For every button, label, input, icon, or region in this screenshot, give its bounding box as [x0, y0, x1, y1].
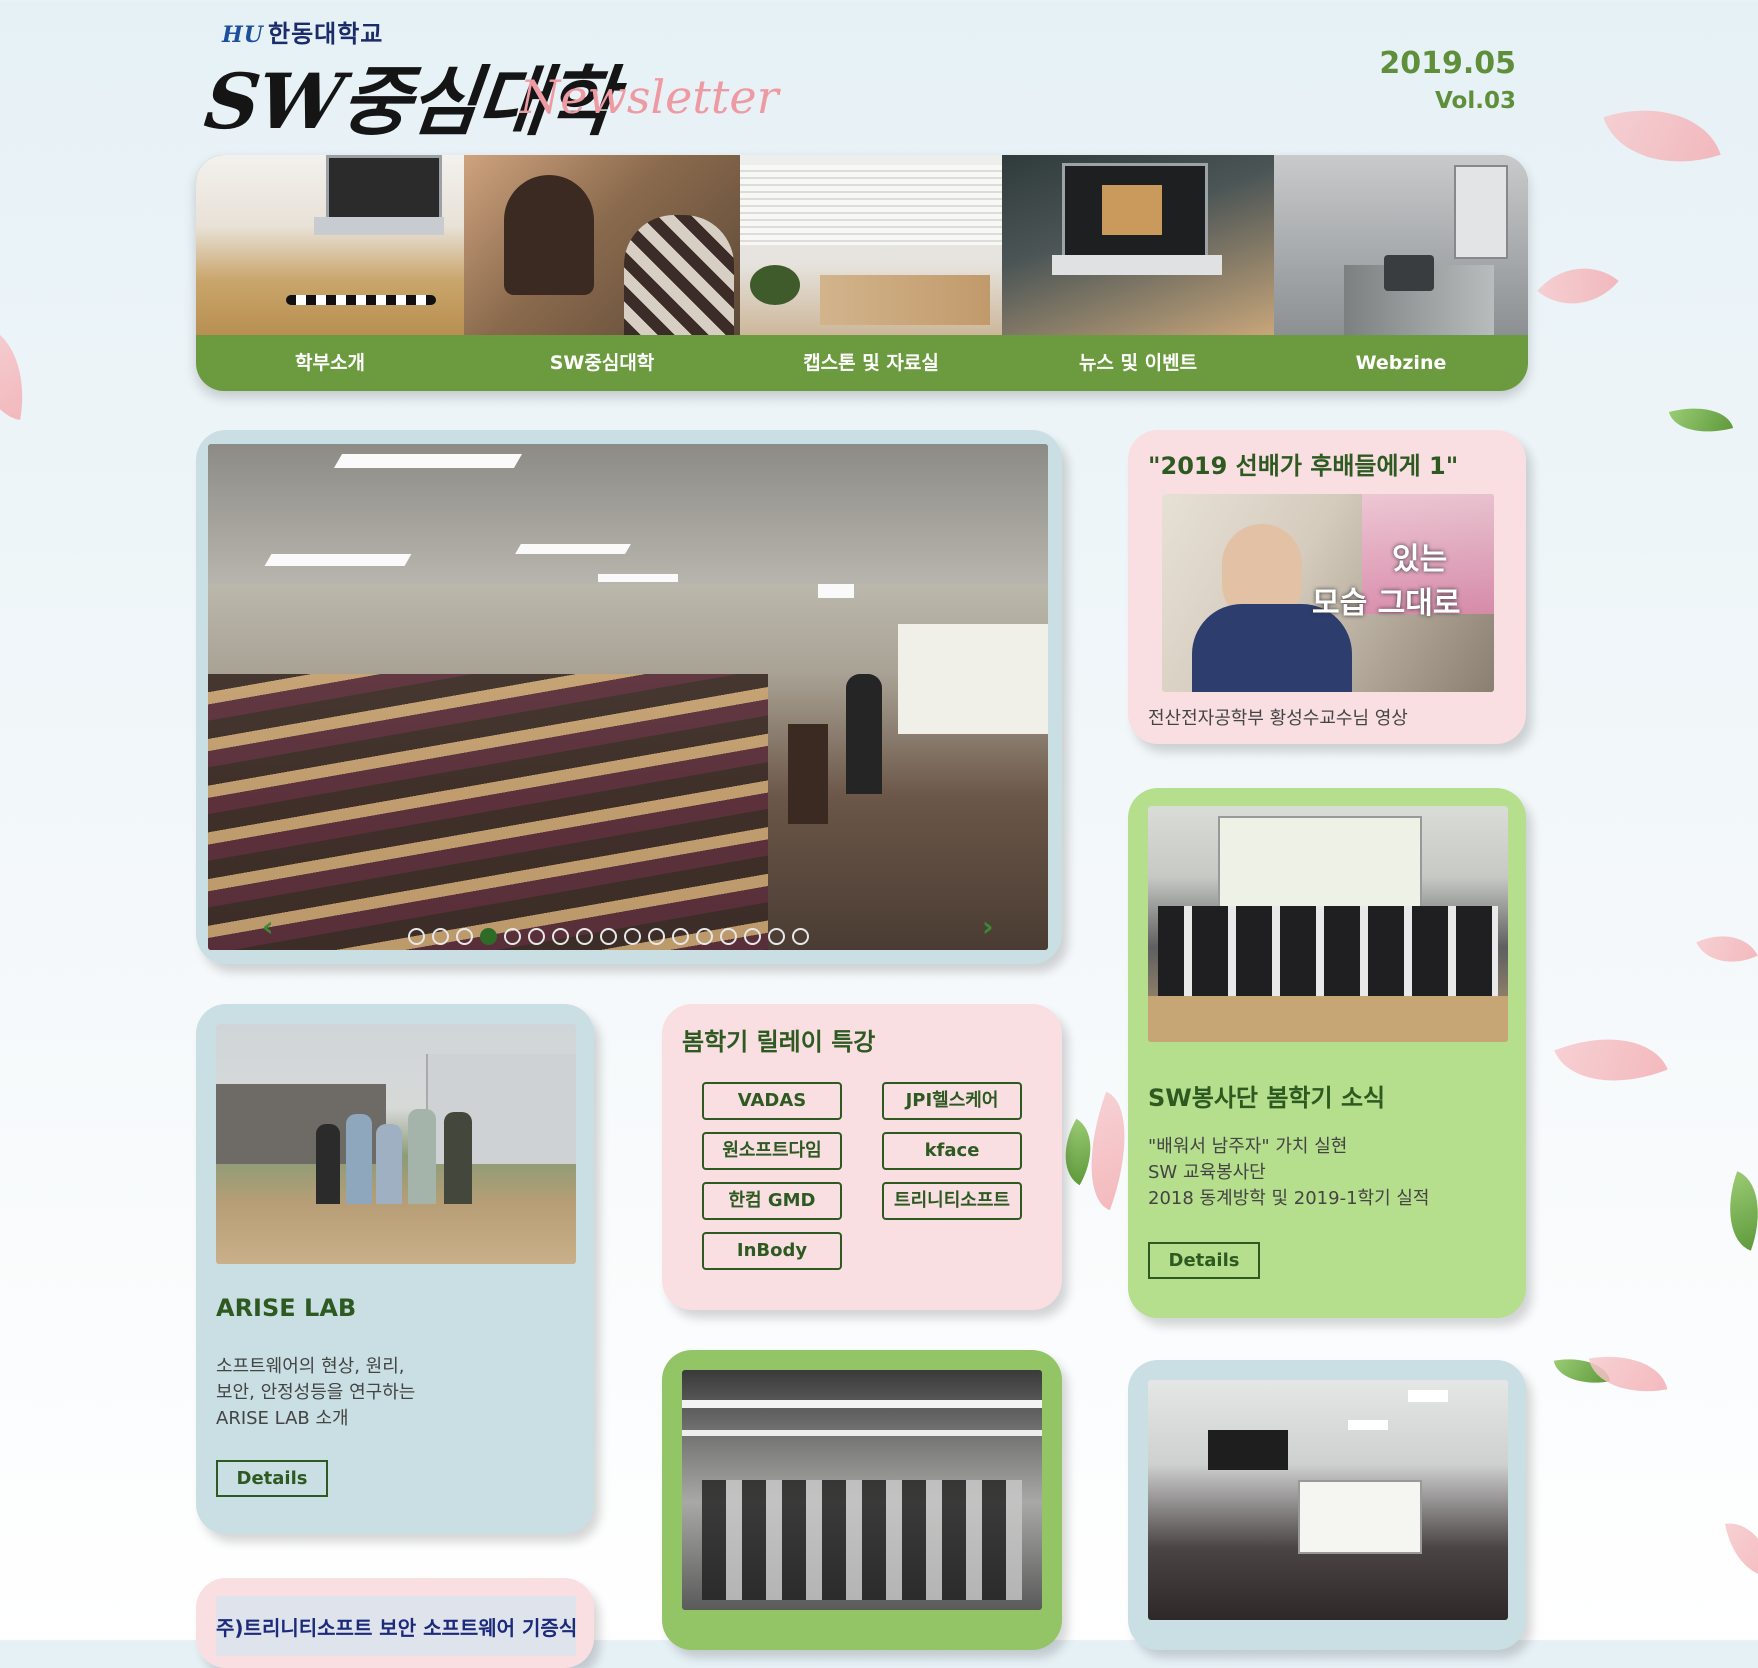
- slider-dot[interactable]: [696, 928, 713, 945]
- slider-dot[interactable]: [768, 928, 785, 945]
- issue-volume: Vol.03: [1435, 88, 1516, 114]
- relay-item-inbody[interactable]: InBody: [702, 1232, 842, 1270]
- nav-label: 뉴스 및 이벤트: [1078, 352, 1198, 374]
- slider-dot[interactable]: [576, 928, 593, 945]
- slider-dot[interactable]: [456, 928, 473, 945]
- senior-video-caption: 전산전자공학부 황성수교수님 영상: [1148, 708, 1408, 729]
- relay-item-jpi-healthcare[interactable]: JPI헬스케어: [882, 1082, 1022, 1120]
- nav-item-webzine[interactable]: Webzine: [1274, 155, 1528, 391]
- relay-lecture-title: 봄학기 릴레이 특강: [682, 1028, 876, 1056]
- main-nav: 학부소개 SW중심대학 캡스톤 및 자료실 뉴스 및 이벤트 Webzine: [196, 155, 1528, 391]
- arise-lab-card: ARISE LAB 소프트웨어의 현상, 원리, 보안, 안정성등을 연구하는 …: [196, 1004, 594, 1534]
- nav-photo-go-board: [196, 155, 464, 335]
- hero-slider-card: ‹ ›: [196, 430, 1062, 964]
- slider-pagination: [408, 928, 809, 945]
- arise-lab-desc-line: 보안, 안정성등을 연구하는: [216, 1382, 416, 1403]
- volunteer-desc-line: 2018 동계방학 및 2019-1학기 실적: [1148, 1188, 1430, 1209]
- senior-overlay-text: 모습 그대로: [1312, 586, 1461, 621]
- nav-photo-i-love-sw: [740, 155, 1002, 335]
- donation-headline: 주)트리니티소프트 보안 소프트웨어 기증식: [216, 1616, 576, 1640]
- slider-dot[interactable]: [552, 928, 569, 945]
- volunteer-title: SW봉사단 봄학기 소식: [1148, 1084, 1386, 1112]
- slider-dot[interactable]: [480, 928, 497, 945]
- slider-dot[interactable]: [744, 928, 761, 945]
- relay-item-trinitysoft[interactable]: 트리니티소프트: [882, 1182, 1022, 1220]
- slider-photo-classroom[interactable]: [208, 444, 1048, 950]
- petal-decoration: [1603, 86, 1721, 186]
- slider-dot[interactable]: [720, 928, 737, 945]
- nav-item-capstone[interactable]: 캡스톤 및 자료실: [740, 155, 1002, 391]
- newsletter-wordmark: Newsletter: [520, 70, 779, 124]
- nav-label: 캡스톤 및 자료실: [803, 352, 939, 374]
- issue-date: 2019.05: [1379, 46, 1516, 81]
- lecture-card: [1128, 1360, 1526, 1650]
- petal-decoration: [1725, 1516, 1758, 1584]
- senior-video-thumbnail[interactable]: 있는 모습 그대로: [1162, 494, 1494, 692]
- senior-overlay-text: 있는: [1392, 542, 1448, 577]
- donation-card: 주)트리니티소프트 보안 소프트웨어 기증식: [196, 1578, 594, 1668]
- lecture-photo[interactable]: [1148, 1380, 1508, 1620]
- relay-lecture-card: 봄학기 릴레이 특강 VADAS JPI헬스케어 원소프트다임 kface 한컴…: [662, 1004, 1062, 1310]
- leaf-decoration: [1668, 397, 1734, 443]
- workshop-card: [662, 1350, 1062, 1650]
- petal-decoration: [1588, 1346, 1668, 1402]
- volunteer-details-button[interactable]: Details: [1148, 1242, 1260, 1279]
- volunteer-desc-line: SW 교육봉사단: [1148, 1162, 1266, 1183]
- volunteer-photo[interactable]: [1148, 806, 1508, 1042]
- arise-lab-title: ARISE LAB: [216, 1294, 357, 1322]
- slider-dot[interactable]: [408, 928, 425, 945]
- volunteer-card: SW봉사단 봄학기 소식 "배워서 남주자" 가치 실현 SW 교육봉사단 20…: [1128, 788, 1526, 1318]
- arise-lab-desc-line: 소프트웨어의 현상, 원리,: [216, 1356, 405, 1377]
- senior-video-title: "2019 선배가 후배들에게 1": [1148, 452, 1459, 480]
- relay-item-hancom-gmd[interactable]: 한컴 GMD: [702, 1182, 842, 1220]
- arise-lab-photo[interactable]: [216, 1024, 576, 1264]
- nav-label: SW중심대학: [549, 352, 655, 374]
- slider-dot[interactable]: [504, 928, 521, 945]
- nav-photo-robot-car: [1274, 155, 1528, 335]
- petal-decoration: [1554, 1013, 1668, 1107]
- slider-dot[interactable]: [672, 928, 689, 945]
- volunteer-desc-line: "배워서 남주자" 가치 실현: [1148, 1136, 1348, 1157]
- workshop-photo[interactable]: [682, 1370, 1042, 1610]
- nav-item-department[interactable]: 학부소개: [196, 155, 464, 391]
- slider-dot[interactable]: [648, 928, 665, 945]
- slider-dot[interactable]: [528, 928, 545, 945]
- slider-dot[interactable]: [432, 928, 449, 945]
- relay-item-vadas[interactable]: VADAS: [702, 1082, 842, 1120]
- nav-item-sw-university[interactable]: SW중심대학: [464, 155, 740, 391]
- nav-label: Webzine: [1355, 352, 1447, 374]
- slider-dot[interactable]: [624, 928, 641, 945]
- arise-lab-details-button[interactable]: Details: [216, 1460, 328, 1497]
- petal-decoration: [1696, 921, 1758, 977]
- senior-video-card: "2019 선배가 후배들에게 1" 있는 모습 그대로 전산전자공학부 황성수…: [1128, 430, 1526, 744]
- slider-dot[interactable]: [600, 928, 617, 945]
- slider-dot[interactable]: [792, 928, 809, 945]
- slider-prev-arrow[interactable]: ‹: [262, 910, 274, 943]
- petal-decoration: [0, 325, 36, 421]
- relay-item-onesoft-dime[interactable]: 원소프트다임: [702, 1132, 842, 1170]
- arise-lab-desc-line: ARISE LAB 소개: [216, 1408, 349, 1429]
- leaf-decoration: [1713, 1171, 1758, 1251]
- slider-next-arrow[interactable]: ›: [982, 910, 994, 943]
- nav-photo-students: [464, 155, 740, 335]
- petal-decoration: [1537, 245, 1619, 327]
- donation-banner[interactable]: 주)트리니티소프트 보안 소프트웨어 기증식: [216, 1596, 576, 1656]
- relay-item-kface[interactable]: kface: [882, 1132, 1022, 1170]
- nav-item-news-events[interactable]: 뉴스 및 이벤트: [1002, 155, 1274, 391]
- nav-photo-laptop: [1002, 155, 1274, 335]
- nav-label: 학부소개: [295, 352, 365, 374]
